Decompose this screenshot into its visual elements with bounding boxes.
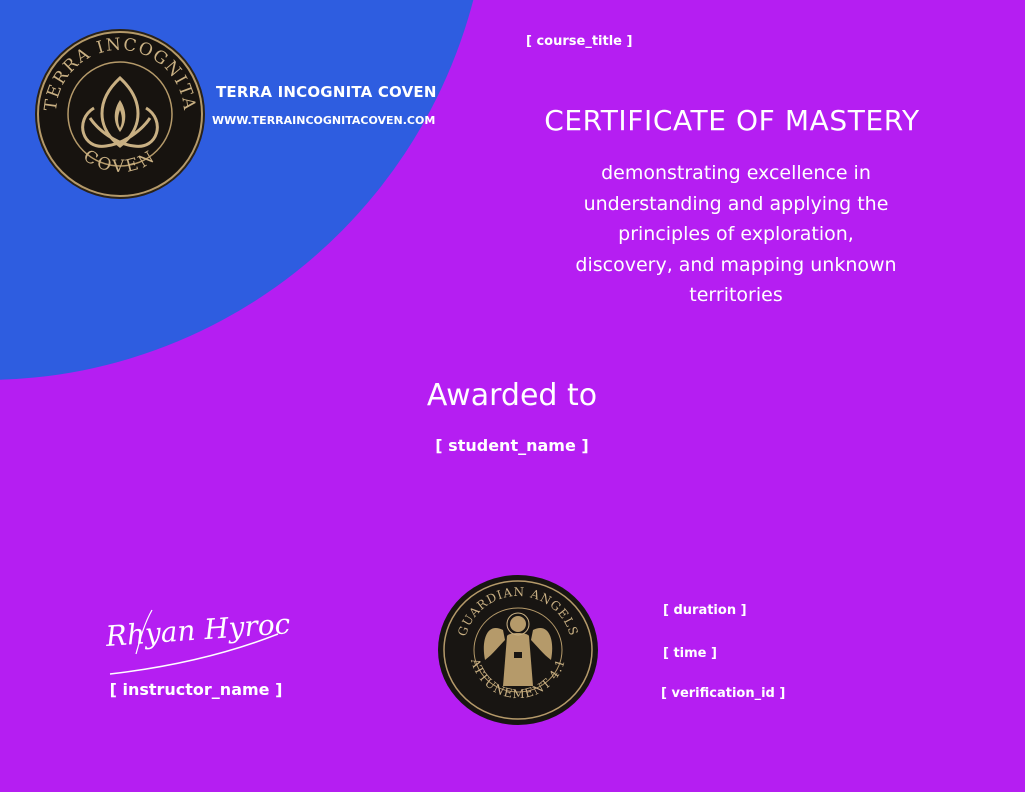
certificate: TERRA INCOGNITA COVEN TERRA INCOGNITA CO…	[0, 0, 1025, 792]
awarded-to-label: Awarded to	[426, 378, 598, 413]
description-line: territories	[689, 284, 783, 306]
duration-placeholder: [ duration ]	[663, 603, 747, 618]
certificate-description: demonstrating excellence in understandin…	[536, 158, 936, 311]
organization-website: WWW.TERRAINCOGNITACOVEN.COM	[212, 114, 436, 127]
description-line: discovery, and mapping unknown	[575, 253, 897, 276]
instructor-name-placeholder: [ instructor_name ]	[109, 680, 283, 699]
description-line: understanding and applying the	[583, 192, 889, 215]
guardian-angels-seal: GUARDIAN ANGELS ATTUNEMENT 4.1	[438, 575, 598, 725]
time-placeholder: [ time ]	[663, 646, 717, 661]
student-name-placeholder: [ student_name ]	[435, 436, 589, 455]
instructor-signature: Rhyan Hyroc	[104, 607, 292, 675]
verification-id-placeholder: [ verification_id ]	[661, 686, 786, 701]
description-line: demonstrating excellence in	[601, 162, 871, 184]
certificate-heading: CERTIFICATE OF MASTERY	[544, 104, 920, 137]
svg-text:Rhyan Hyroc: Rhyan Hyroc	[104, 607, 292, 653]
description-line: principles of exploration,	[618, 223, 854, 245]
course-title-placeholder: [ course_title ]	[526, 34, 633, 49]
organization-name: TERRA INCOGNITA COVEN	[216, 83, 437, 101]
coven-logo: TERRA INCOGNITA COVEN	[35, 29, 205, 199]
